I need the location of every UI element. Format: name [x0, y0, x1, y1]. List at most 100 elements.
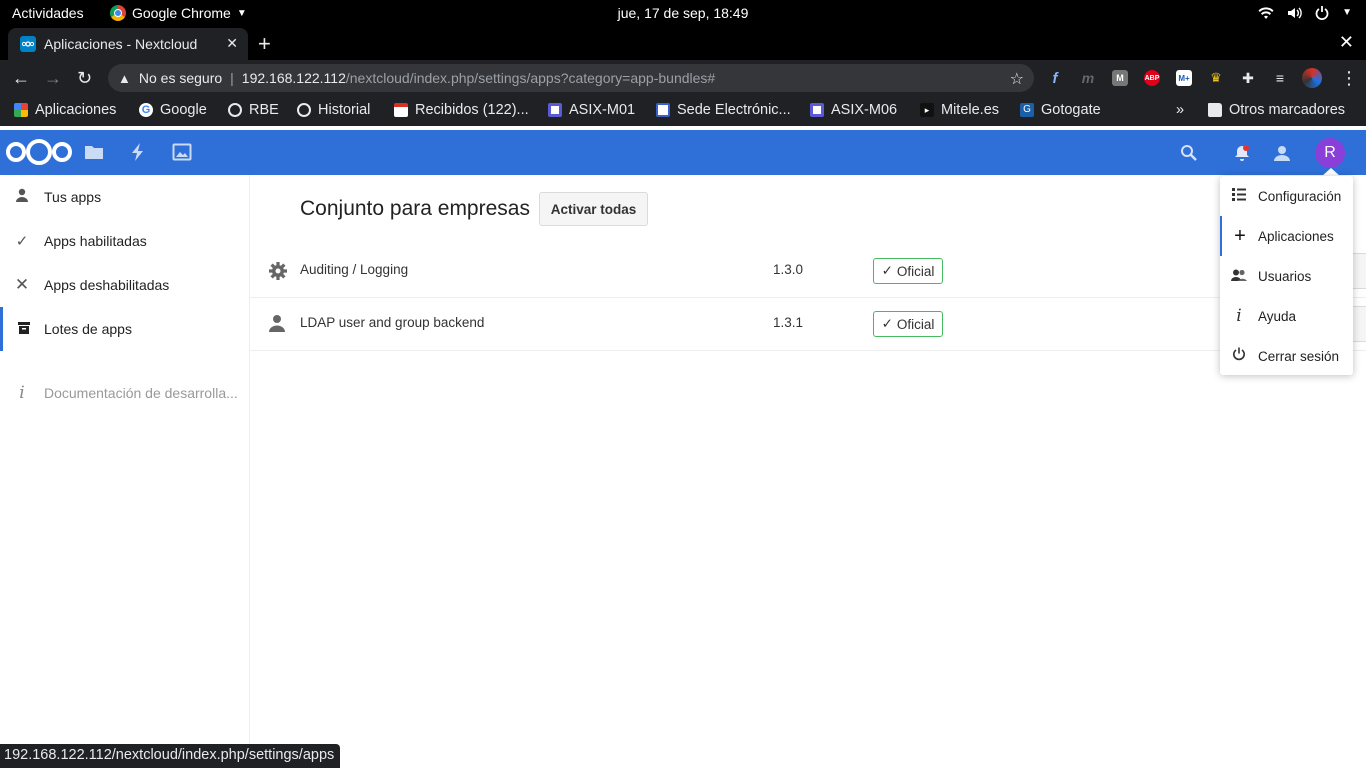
bookmark-item[interactable]: ASIX-M06	[810, 102, 897, 118]
address-bar[interactable]: ▲ No es seguro | 192.168.122.112 /nextcl…	[108, 64, 1034, 92]
m-icon[interactable]: m	[1080, 70, 1096, 86]
check-icon: ✓	[881, 263, 893, 278]
bookmark-item[interactable]: ▸ Mitele.es	[920, 102, 999, 118]
app-menu[interactable]: Google Chrome ▼	[110, 5, 247, 21]
moodle-icon	[548, 103, 562, 117]
other-bookmarks-label: Otros marcadores	[1229, 102, 1346, 118]
bookmark-item[interactable]: G Google	[139, 102, 207, 118]
sidebar-item-label: Apps habilitadas	[44, 233, 147, 249]
badge-label: Oficial	[896, 263, 935, 279]
chrome-menu-icon[interactable]: ⋮	[1340, 68, 1358, 89]
gmail-icon	[394, 103, 408, 117]
app-row[interactable]: LDAP user and group backend 1.3.1 ✓ Ofic…	[250, 298, 1366, 351]
sidebar-item-developer-docs[interactable]: i Documentación de desarrolla...	[0, 371, 249, 415]
more-bookmarks-button[interactable]: »	[1176, 102, 1184, 118]
menu-item-label: Cerrar sesión	[1258, 348, 1340, 364]
app-name[interactable]: Auditing / Logging	[300, 262, 408, 277]
moodle-icon	[810, 103, 824, 117]
activity-icon[interactable]	[128, 142, 148, 162]
menu-item-help[interactable]: i Ayuda	[1220, 296, 1353, 336]
photos-icon[interactable]	[172, 142, 192, 162]
system-tray[interactable]: ▼	[1258, 5, 1352, 21]
media-icon[interactable]: ≡	[1272, 70, 1288, 86]
bookmark-star-icon[interactable]: ☆	[1010, 69, 1024, 89]
back-icon[interactable]: ←	[12, 68, 30, 89]
browser-tab[interactable]: Aplicaciones - Nextcloud ✕	[8, 28, 248, 60]
sidebar-item-app-bundles[interactable]: Lotes de apps	[0, 307, 249, 351]
caret-down-icon: ▼	[236, 7, 247, 19]
app-name[interactable]: LDAP user and group backend	[300, 315, 484, 330]
apps-sidebar: Tus apps ✓ Apps habilitadas ✕ Apps desha…	[0, 175, 250, 768]
contacts-icon[interactable]	[1272, 144, 1292, 162]
badge-label: Oficial	[896, 316, 935, 332]
notifications-icon[interactable]	[1233, 144, 1251, 162]
browser-toolbar: ← → ↻ ▲ No es seguro | 192.168.122.112 /…	[0, 60, 1366, 96]
warning-icon[interactable]: ▲	[118, 71, 131, 86]
bookmark-item[interactable]: Recibidos (122)...	[394, 102, 529, 118]
security-label[interactable]: No es seguro	[139, 70, 222, 86]
files-icon[interactable]	[84, 142, 104, 162]
bookmark-item[interactable]: Aplicaciones	[14, 102, 116, 118]
official-badge: ✓ Oficial	[873, 258, 943, 284]
sidebar-item-disabled-apps[interactable]: ✕ Apps deshabilitadas	[0, 263, 249, 307]
nextcloud-favicon-icon	[20, 36, 36, 52]
window-close-icon[interactable]: ✕	[1339, 32, 1354, 53]
movistar-icon[interactable]: M+	[1176, 70, 1192, 86]
nextcloud-logo-icon[interactable]	[6, 139, 72, 165]
app-menu-label: Google Chrome	[132, 5, 231, 21]
archive-icon	[3, 321, 44, 338]
chrome-icon	[110, 5, 126, 21]
reload-icon[interactable]: ↻	[77, 68, 92, 89]
activate-all-button[interactable]: Activar todas	[539, 192, 648, 226]
info-icon: i	[19, 383, 25, 403]
bookmark-label: Historial	[318, 102, 371, 118]
power-icon	[1220, 347, 1258, 365]
tab-strip: Aplicaciones - Nextcloud ✕ + ✕	[0, 28, 1366, 60]
menu-item-label: Ayuda	[1258, 308, 1297, 324]
mitele-icon: ▸	[920, 103, 934, 117]
adblock-icon[interactable]: ABP	[1144, 70, 1160, 86]
search-icon[interactable]	[1180, 144, 1198, 162]
bookmark-label: Aplicaciones	[35, 102, 117, 118]
menu-item-apps[interactable]: + Aplicaciones	[1220, 216, 1353, 256]
menu-item-logout[interactable]: Cerrar sesión	[1220, 336, 1353, 376]
user-icon	[0, 188, 44, 206]
sidebar-item-label: Apps deshabilitadas	[44, 277, 170, 293]
sidebar-item-label: Tus apps	[44, 189, 102, 205]
bookmark-label: Google	[160, 102, 207, 118]
menu-item-label: Configuración	[1258, 188, 1342, 204]
bookmark-item[interactable]: G Gotogate	[1020, 102, 1101, 118]
menu-item-settings[interactable]: Configuración	[1220, 176, 1353, 216]
profile-icon[interactable]	[1302, 68, 1322, 88]
info-icon: i	[1236, 306, 1242, 326]
puzzle-icon[interactable]: ✚	[1240, 70, 1256, 86]
link-status-bubble: 192.168.122.112/nextcloud/index.php/sett…	[0, 744, 341, 768]
bookmark-label: Sede Electrónic...	[677, 102, 791, 118]
google-icon: G	[139, 103, 153, 117]
avatar[interactable]: R	[1315, 138, 1345, 168]
sede-icon	[656, 103, 670, 117]
globe-icon	[228, 103, 242, 117]
crown-icon[interactable]: ♛	[1208, 70, 1224, 86]
other-bookmarks-folder[interactable]: Otros marcadores	[1208, 102, 1345, 118]
bookmark-label: RBE	[249, 102, 279, 118]
check-icon: ✓	[881, 316, 893, 331]
app-row[interactable]: Auditing / Logging 1.3.0 ✓ Oficial	[250, 245, 1366, 298]
gear-icon	[268, 261, 288, 286]
m-gray-icon[interactable]: M	[1112, 70, 1128, 86]
fedora-icon[interactable]: f	[1047, 70, 1063, 87]
new-tab-icon[interactable]: +	[258, 31, 271, 57]
bookmark-item[interactable]: Historial	[297, 102, 370, 118]
bookmark-item[interactable]: Sede Electrónic...	[656, 102, 791, 118]
menu-item-users[interactable]: Usuarios	[1220, 256, 1353, 296]
sidebar-item-your-apps[interactable]: Tus apps	[0, 175, 249, 219]
sidebar-item-label: Lotes de apps	[44, 321, 132, 337]
forward-icon[interactable]: →	[44, 68, 62, 89]
sidebar-item-enabled-apps[interactable]: ✓ Apps habilitadas	[0, 219, 249, 263]
activities-button[interactable]: Actividades	[12, 5, 84, 21]
url-host[interactable]: 192.168.122.112	[242, 70, 346, 86]
bookmark-item[interactable]: ASIX-M01	[548, 102, 635, 118]
close-tab-icon[interactable]: ✕	[226, 35, 238, 52]
bookmark-item[interactable]: RBE	[228, 102, 279, 118]
url-path[interactable]: /nextcloud/index.php/settings/apps?categ…	[346, 70, 715, 86]
